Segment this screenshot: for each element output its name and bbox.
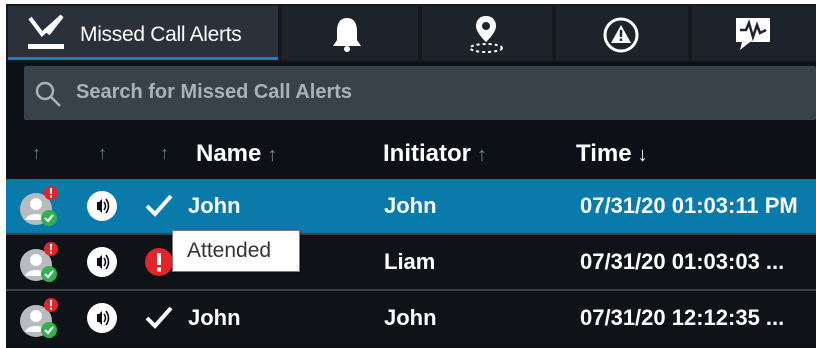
tab-warnings[interactable] [556,6,688,60]
sort-desc-icon: ↓ [637,144,648,166]
row-time: 07/31/20 12:12:35 ... [580,305,785,330]
sort-arrow-icon[interactable]: ↑ [32,144,41,162]
row-name: John [188,193,241,218]
tab-location[interactable] [422,6,552,60]
sort-arrow-icon: ↑ [267,144,278,166]
column-header-initiator[interactable]: Initiator ↑ [383,140,487,168]
row-name: John [188,305,241,330]
attended-check-icon [144,192,174,223]
table-row[interactable]: Liam 07/31/20 01:03:03 ... [6,235,816,289]
table-row[interactable]: John John 07/31/20 12:12:35 ... [6,291,816,345]
audio-icon [86,302,118,339]
sort-arrow-icon[interactable]: ↑ [160,144,169,162]
tab-alerts[interactable] [282,6,418,60]
row-time: 07/31/20 01:03:11 PM [580,193,798,218]
unattended-alert-icon[interactable] [144,247,174,282]
sort-arrow-icon: ↑ [477,144,487,166]
user-avatar-icon [18,241,64,290]
location-pin-icon [466,14,506,59]
sort-arrow-icon[interactable]: ↑ [98,144,107,162]
row-initiator: Liam [384,249,436,274]
audio-icon [86,190,118,227]
tooltip: Attended [172,230,300,272]
voice-message-icon [732,14,774,59]
search-icon [34,80,62,113]
tab-label: Missed Call Alerts [80,23,242,46]
table-header: ↑ ↑ ↑ Name ↑ Initiator ↑ Time ↓ [6,128,816,180]
search-input[interactable]: Search for Missed Call Alerts [76,81,352,104]
tab-voice[interactable] [692,6,816,60]
user-avatar-icon [18,297,64,346]
bell-icon [330,16,364,57]
row-initiator: John [384,305,437,330]
attended-check-icon [144,304,174,335]
missed-call-icon [26,14,66,57]
tab-bar: Missed Call Alerts [6,4,816,62]
search-bar[interactable]: Search for Missed Call Alerts [24,66,816,120]
warning-triangle-icon [602,16,640,59]
table-row[interactable]: John John 07/31/20 01:03:11 PM [6,179,816,233]
row-initiator: John [384,193,437,218]
row-time: 07/31/20 01:03:03 ... [580,249,785,274]
user-avatar-icon [18,185,64,234]
tab-missed-call-alerts[interactable]: Missed Call Alerts [8,6,278,60]
column-header-time[interactable]: Time ↓ [576,140,648,168]
column-header-name[interactable]: Name ↑ [196,140,277,168]
missed-call-alerts-panel: Missed Call Alerts Search for Missed Cal… [6,4,816,348]
audio-icon [86,246,118,283]
